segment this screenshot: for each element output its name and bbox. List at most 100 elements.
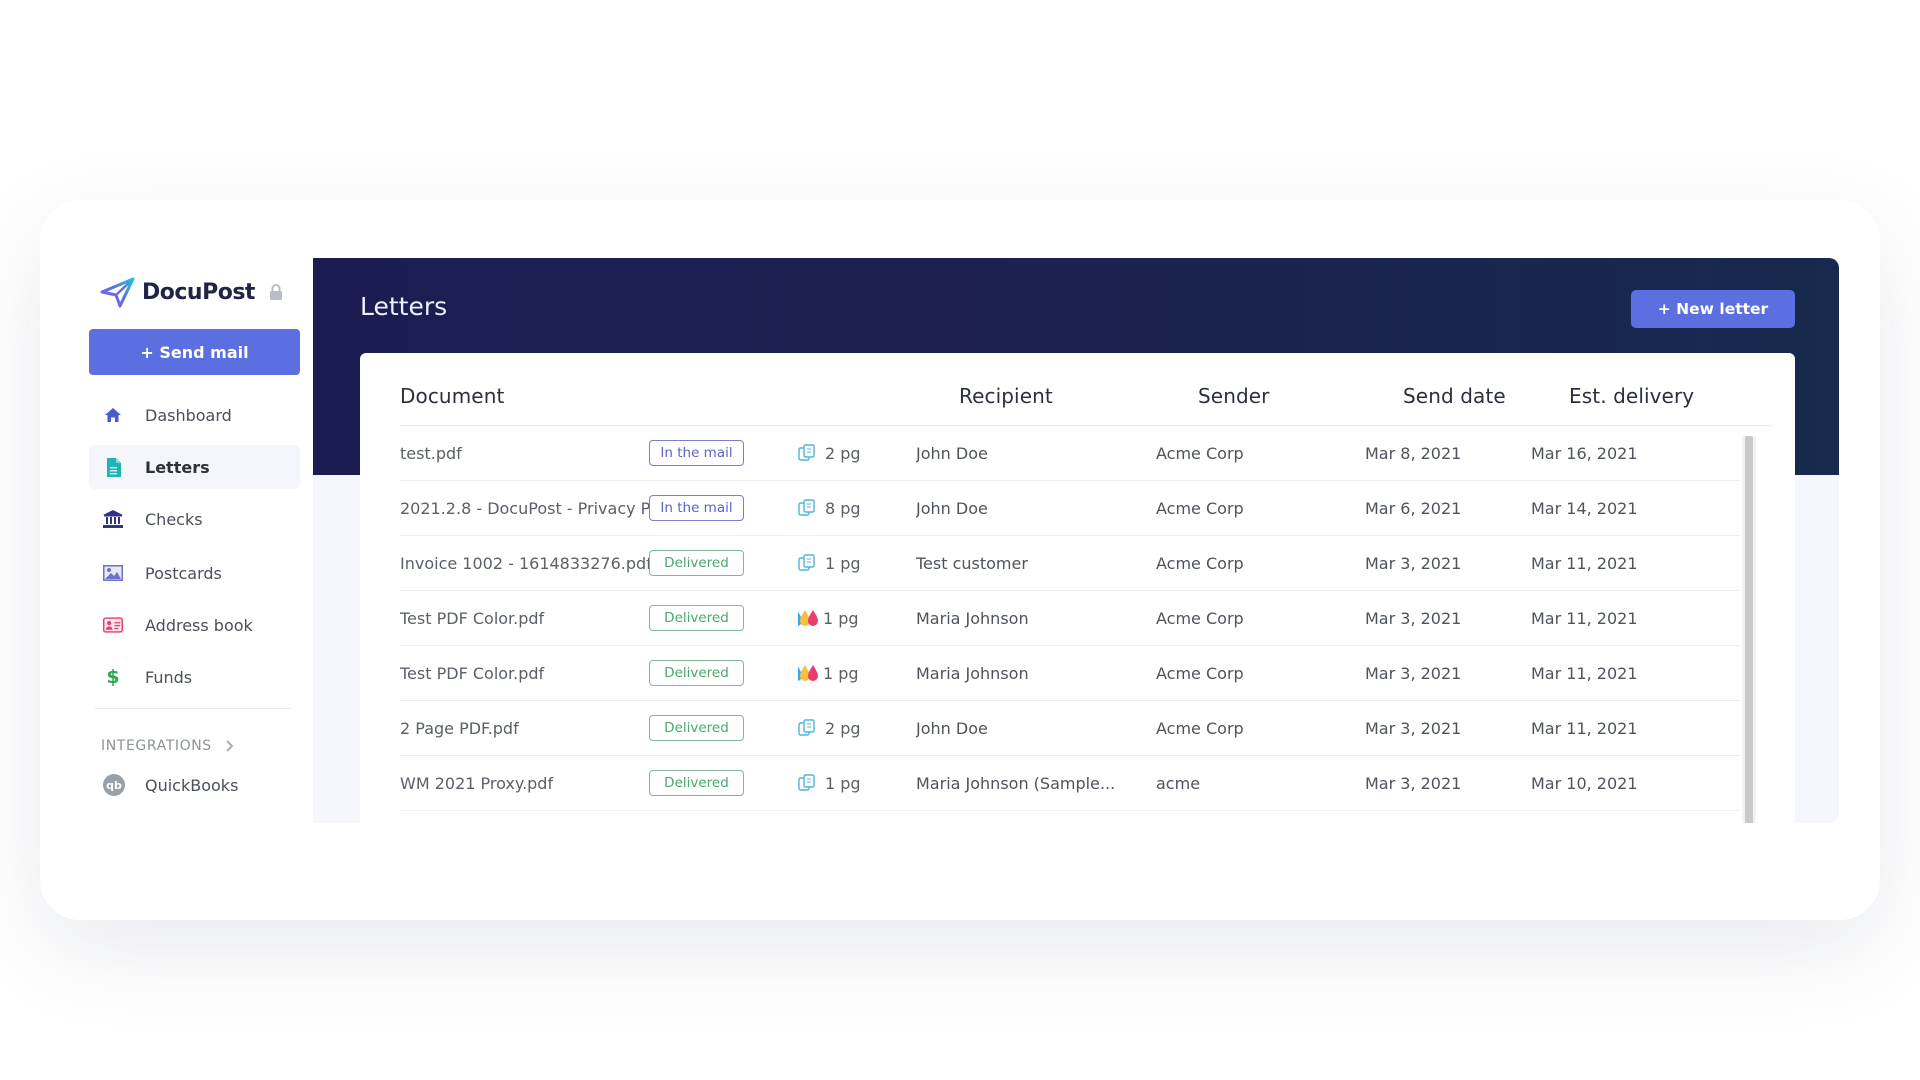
status-badge: In the mail: [649, 440, 744, 466]
recipient: John Doe: [916, 443, 988, 463]
new-letter-button[interactable]: + New letter: [1631, 290, 1795, 328]
est-delivery: Mar 11, 2021: [1531, 553, 1638, 573]
brand-name: DocuPost: [142, 279, 255, 305]
est-delivery: Mar 14, 2021: [1531, 498, 1638, 518]
send-date: Mar 3, 2021: [1365, 608, 1462, 628]
table-row[interactable]: Test PDF Color.pdf Delivered 1 pg Maria …: [400, 591, 1740, 646]
sidebar-item-label: Dashboard: [145, 405, 232, 425]
sidebar-item-letters[interactable]: Letters: [89, 445, 300, 489]
send-date: Mar 8, 2021: [1365, 443, 1462, 463]
status-badge: Delivered: [649, 605, 744, 631]
status-cell: In the mail: [649, 481, 749, 535]
page-count-text: 1 pg: [823, 608, 859, 628]
sender: Acme Corp: [1156, 498, 1244, 518]
sidebar-item-label: Address book: [145, 615, 253, 635]
est-delivery: Mar 11, 2021: [1531, 663, 1638, 683]
dollar-icon: $: [106, 666, 120, 688]
page-title: Letters: [360, 292, 448, 321]
page-count-text: 1 pg: [825, 773, 861, 793]
home-icon: [103, 405, 123, 425]
document-name: Test PDF Color.pdf: [400, 663, 545, 683]
sender: Acme Corp: [1156, 553, 1244, 573]
page-count: 1 pg: [798, 536, 888, 590]
brand[interactable]: DocuPost: [100, 274, 255, 310]
send-date: Mar 3, 2021: [1365, 553, 1462, 573]
letters-table: Document Recipient Sender Send date Est.…: [360, 353, 1795, 823]
bank-icon: [103, 509, 123, 529]
status-badge: Delivered: [649, 550, 744, 576]
sidebar-item-address-book[interactable]: Address book: [89, 603, 300, 647]
column-header-est-delivery[interactable]: Est. delivery: [1569, 384, 1694, 408]
color-ink-icon: [798, 608, 820, 628]
page-count: 1 pg: [798, 756, 888, 810]
send-date: Mar 3, 2021: [1365, 773, 1462, 793]
sidebar-item-quickbooks[interactable]: qb QuickBooks: [103, 774, 238, 796]
sidebar-item-dashboard[interactable]: Dashboard: [89, 393, 300, 437]
status-cell: Delivered: [649, 756, 749, 810]
table-row[interactable]: test.pdf In the mail 2 pg John Doe Acme …: [400, 426, 1740, 481]
page-count: 1 pg: [798, 646, 888, 700]
sender: Acme Corp: [1156, 608, 1244, 628]
recipient: Maria Johnson: [916, 663, 1029, 683]
est-delivery: Mar 11, 2021: [1531, 718, 1638, 738]
integrations-label: INTEGRATIONS: [101, 738, 212, 754]
page-count-text: 8 pg: [825, 498, 861, 518]
est-delivery: Mar 16, 2021: [1531, 443, 1638, 463]
sidebar-item-label: Letters: [145, 457, 210, 477]
est-delivery: Mar 11, 2021: [1531, 608, 1638, 628]
status-badge: Delivered: [649, 660, 744, 686]
sender: Acme Corp: [1156, 663, 1244, 683]
image-icon: [103, 563, 123, 583]
scrollbar-thumb[interactable]: [1745, 436, 1753, 823]
recipient: Maria Johnson (Sample...: [916, 773, 1116, 793]
send-date: Mar 3, 2021: [1365, 718, 1462, 738]
copy-pages-icon: [798, 773, 820, 793]
integrations-toggle[interactable]: INTEGRATIONS: [101, 738, 234, 754]
page-count-text: 1 pg: [825, 553, 861, 573]
page-count-text: 2 pg: [825, 718, 861, 738]
document-name: Test PDF Color.pdf: [400, 608, 545, 628]
table-row[interactable]: Invoice 1002 - 1614833276.pdf Delivered …: [400, 536, 1740, 591]
sidebar-item-label: QuickBooks: [145, 775, 239, 795]
send-mail-button[interactable]: + Send mail: [89, 329, 300, 375]
table-row[interactable]: 2021.2.8 - DocuPost - Privacy Policy In …: [400, 481, 1740, 536]
sidebar-item-postcards[interactable]: Postcards: [89, 551, 300, 595]
quickbooks-icon: qb: [103, 774, 125, 796]
sidebar-item-label: Checks: [145, 509, 203, 529]
column-header-send-date[interactable]: Send date: [1403, 384, 1506, 408]
document-name: WM 2021 Proxy.pdf: [400, 773, 554, 793]
page-count: 1 pg: [798, 591, 888, 645]
recipient: John Doe: [916, 498, 988, 518]
table-row[interactable]: 2 Page PDF.pdf Delivered 2 pg John Doe A…: [400, 701, 1740, 756]
page-count: 2 pg: [798, 701, 888, 755]
column-header-recipient[interactable]: Recipient: [959, 384, 1053, 408]
copy-pages-icon: [798, 443, 820, 463]
color-ink-icon: [798, 663, 820, 683]
sender: acme: [1156, 773, 1201, 793]
copy-pages-icon: [798, 718, 820, 738]
document-name: 2 Page PDF.pdf: [400, 718, 519, 738]
send-date: Mar 6, 2021: [1365, 498, 1462, 518]
paper-plane-icon: [100, 277, 135, 308]
table-row[interactable]: Test PDF Color.pdf Delivered 1 pg Maria …: [400, 646, 1740, 701]
table-row[interactable]: WM 2021 Proxy.pdf Delivered 1 pg Maria J…: [400, 756, 1740, 811]
sidebar-item-funds[interactable]: $ Funds: [89, 655, 300, 699]
status-badge: Delivered: [649, 770, 744, 796]
sender: Acme Corp: [1156, 443, 1244, 463]
sidebar: DocuPost + Send mail Dashboard Letters C…: [83, 258, 313, 823]
recipient: Maria Johnson: [916, 608, 1029, 628]
status-cell: Delivered: [649, 701, 749, 755]
lock-icon[interactable]: [269, 284, 283, 300]
recipient: John Doe: [916, 718, 988, 738]
page-count: 2 pg: [798, 426, 888, 480]
sidebar-item-label: Postcards: [145, 563, 222, 583]
sidebar-item-checks[interactable]: Checks: [89, 497, 300, 541]
document-icon: [103, 457, 123, 477]
document-name: test.pdf: [400, 443, 462, 463]
chevron-right-icon: [226, 740, 234, 752]
sidebar-item-label: Funds: [145, 667, 193, 687]
column-header-sender[interactable]: Sender: [1198, 384, 1270, 408]
copy-pages-icon: [798, 553, 820, 573]
column-header-document[interactable]: Document: [400, 384, 504, 408]
page-count-text: 2 pg: [825, 443, 861, 463]
